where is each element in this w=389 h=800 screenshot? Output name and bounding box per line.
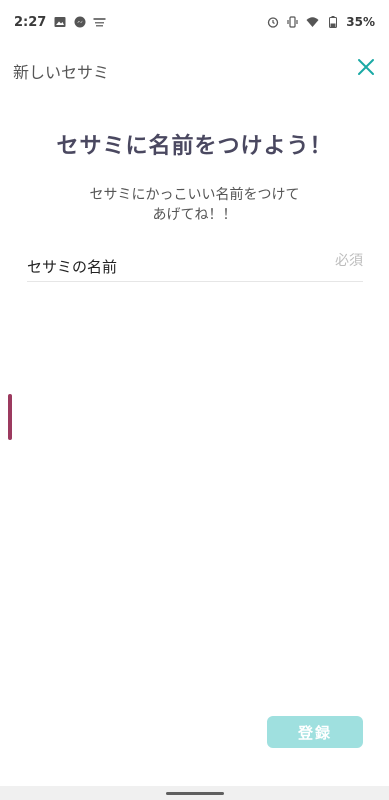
description-line-1: セサミにかっこいい名前をつけて (89, 187, 300, 203)
notification-icon (93, 16, 106, 29)
status-bar: 2:27 35% (0, 0, 389, 44)
sesame-name-field[interactable]: セサミの名前 必須 (27, 246, 363, 282)
close-icon (357, 58, 375, 80)
sesame-name-input[interactable] (27, 246, 363, 281)
status-right: 35% (266, 15, 375, 29)
page-title: セサミに名前をつけよう！ (56, 134, 333, 159)
wifi-icon (306, 16, 319, 29)
navigation-bar (0, 786, 389, 800)
battery-icon (326, 16, 339, 29)
messenger-icon (73, 16, 86, 29)
close-button[interactable] (353, 56, 379, 82)
vibrate-icon (286, 16, 299, 29)
image-icon (53, 16, 66, 29)
description-line-2: あげてね！！ (152, 207, 237, 223)
description: セサミにかっこいい名前をつけて あげてね！！ (0, 185, 389, 225)
status-left: 2:27 (14, 15, 106, 30)
battery-percent: 35% (346, 15, 375, 29)
header-title: 新しいセサミ (13, 63, 110, 82)
status-time: 2:27 (14, 14, 47, 30)
app-header: 新しいセサミ (0, 50, 389, 90)
register-button[interactable]: 登録 (267, 716, 363, 748)
alarm-icon (266, 16, 279, 29)
home-gesture-pill[interactable] (166, 792, 224, 795)
scroll-handle[interactable] (8, 394, 12, 440)
